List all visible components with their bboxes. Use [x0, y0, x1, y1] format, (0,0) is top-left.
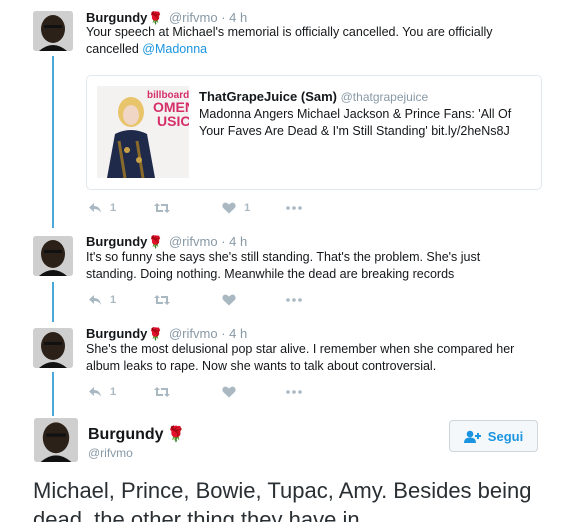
main-author-name[interactable]: Burgundy 🌹 [88, 425, 185, 444]
reply-button[interactable]: 1 [88, 202, 116, 214]
reply-icon [89, 203, 101, 213]
avatar[interactable] [33, 11, 73, 51]
main-author-handle[interactable]: @rifvmo [88, 446, 133, 460]
tweet-time[interactable]: · 4 h [221, 10, 247, 25]
tweet-time[interactable]: · 4 h [221, 326, 247, 341]
tweet-header: Burgundy🌹 @rifvmo · 4 h [86, 234, 247, 250]
follow-button[interactable]: Segui [449, 420, 538, 452]
reply-button[interactable]: 1 [88, 294, 116, 306]
quoted-author-name[interactable]: ThatGrapeJuice (Sam) [199, 89, 337, 104]
rose-icon: 🌹 [148, 327, 164, 341]
add-user-icon [463, 430, 481, 443]
follow-label: Segui [487, 428, 524, 444]
like-button[interactable] [222, 294, 236, 306]
reply-count: 1 [110, 294, 117, 306]
quoted-tweet-image: billboard OMEN USIC [97, 86, 189, 178]
author-handle[interactable]: @rifvmo [169, 234, 218, 249]
quoted-author-handle[interactable]: @thatgrapejuice [341, 90, 429, 104]
tweet-text: It's so funny she says she's still stand… [86, 250, 481, 281]
quoted-tweet-header: ThatGrapeJuice (Sam) @thatgrapejuice [199, 89, 428, 104]
retweet-button[interactable] [154, 294, 171, 306]
reply-button[interactable]: 1 [88, 386, 116, 398]
main-author-name-text: Burgundy [88, 426, 164, 443]
retweet-icon [154, 295, 171, 305]
reply-icon [89, 387, 101, 397]
author-name[interactable]: Burgundy [86, 10, 147, 25]
retweet-icon [154, 387, 171, 397]
more-button[interactable] [286, 390, 302, 394]
more-icon [286, 390, 302, 394]
tweet-text: She's the most delusional pop star alive… [86, 342, 515, 373]
reply-count: 1 [110, 386, 117, 398]
like-count: 1 [244, 202, 251, 214]
like-button[interactable] [222, 386, 236, 398]
author-name[interactable]: Burgundy [86, 234, 147, 249]
heart-icon [222, 294, 236, 306]
mention-link[interactable]: @Madonna [142, 42, 207, 56]
tweet-actions: 1 [88, 294, 340, 306]
quoted-tweet-card[interactable]: billboard OMEN USIC ThatGrapeJuice (Sam)… [86, 75, 542, 190]
tweet-text: Your speech at Michael's memorial is off… [86, 24, 526, 58]
more-button[interactable] [286, 206, 303, 210]
like-button[interactable]: 1 [222, 202, 250, 214]
more-icon [286, 298, 302, 302]
more-icon [286, 206, 303, 210]
retweet-button[interactable] [154, 202, 171, 214]
tweet-header: Burgundy🌹 @rifvmo · 4 h [86, 326, 247, 342]
main-tweet-text: Michael, Prince, Bowie, Tupac, Amy. Besi… [33, 478, 532, 522]
author-name[interactable]: Burgundy [86, 326, 147, 341]
rose-icon: 🌹 [148, 235, 164, 249]
thread-line [52, 372, 54, 416]
thread-line [52, 56, 54, 228]
retweet-icon [154, 203, 171, 213]
reply-icon [89, 295, 101, 305]
more-button[interactable] [286, 298, 302, 302]
quoted-tweet-text: Madonna Angers Michael Jackson & Prince … [199, 107, 512, 138]
heart-icon [222, 202, 236, 214]
heart-icon [222, 386, 236, 398]
svg-text:USIC: USIC [157, 113, 189, 129]
tweet-actions: 1 [88, 386, 340, 398]
avatar[interactable] [33, 328, 73, 368]
tweet-actions: 1 1 [88, 202, 340, 214]
retweet-button[interactable] [154, 386, 171, 398]
tweet-time[interactable]: · 4 h [221, 234, 247, 249]
rose-icon: 🌹 [166, 426, 186, 443]
main-avatar[interactable] [34, 418, 78, 462]
author-handle[interactable]: @rifvmo [169, 326, 218, 341]
rose-icon: 🌹 [148, 11, 164, 25]
thread-line [52, 282, 54, 322]
author-handle[interactable]: @rifvmo [169, 10, 218, 25]
reply-count: 1 [110, 202, 117, 214]
avatar[interactable] [33, 236, 73, 276]
